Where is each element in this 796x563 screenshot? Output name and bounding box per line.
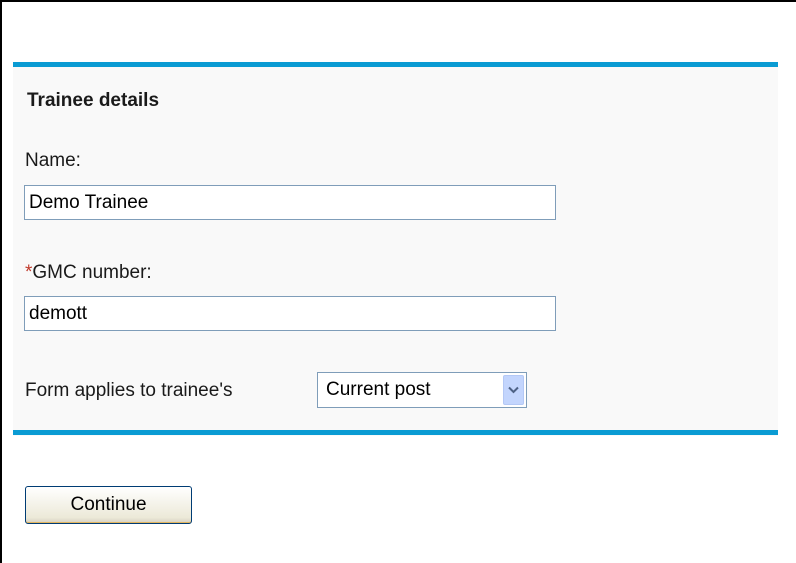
gmc-number-label: *GMC number: bbox=[25, 262, 152, 284]
name-field[interactable] bbox=[24, 185, 556, 220]
chevron-down-icon bbox=[508, 386, 519, 394]
gmc-number-field[interactable] bbox=[24, 296, 556, 331]
applies-to-selected-value: Current post bbox=[326, 379, 431, 400]
section-title: Trainee details bbox=[27, 90, 160, 111]
bottom-divider bbox=[13, 430, 778, 435]
top-divider bbox=[13, 62, 778, 67]
gmc-number-label-text: GMC number: bbox=[32, 262, 152, 283]
dropdown-button[interactable] bbox=[503, 375, 524, 405]
applies-to-label: Form applies to trainee's bbox=[25, 380, 233, 401]
continue-button[interactable]: Continue bbox=[25, 486, 192, 524]
applies-to-select[interactable]: Current post bbox=[317, 372, 527, 408]
name-label: Name: bbox=[25, 150, 81, 171]
